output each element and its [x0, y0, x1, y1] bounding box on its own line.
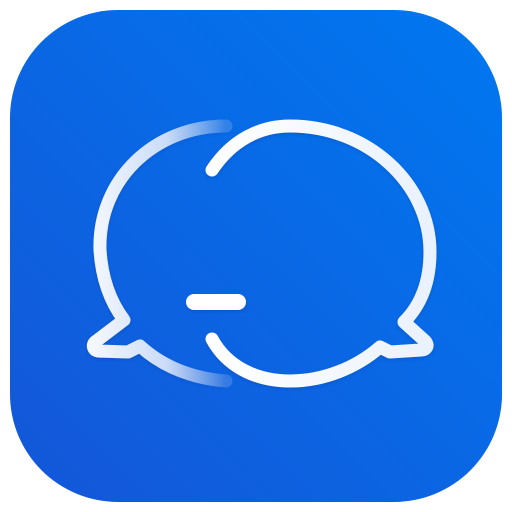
app-icon[interactable] [0, 0, 512, 512]
app-icon-canvas [0, 0, 512, 512]
chat-bubbles-icon [10, 10, 502, 502]
